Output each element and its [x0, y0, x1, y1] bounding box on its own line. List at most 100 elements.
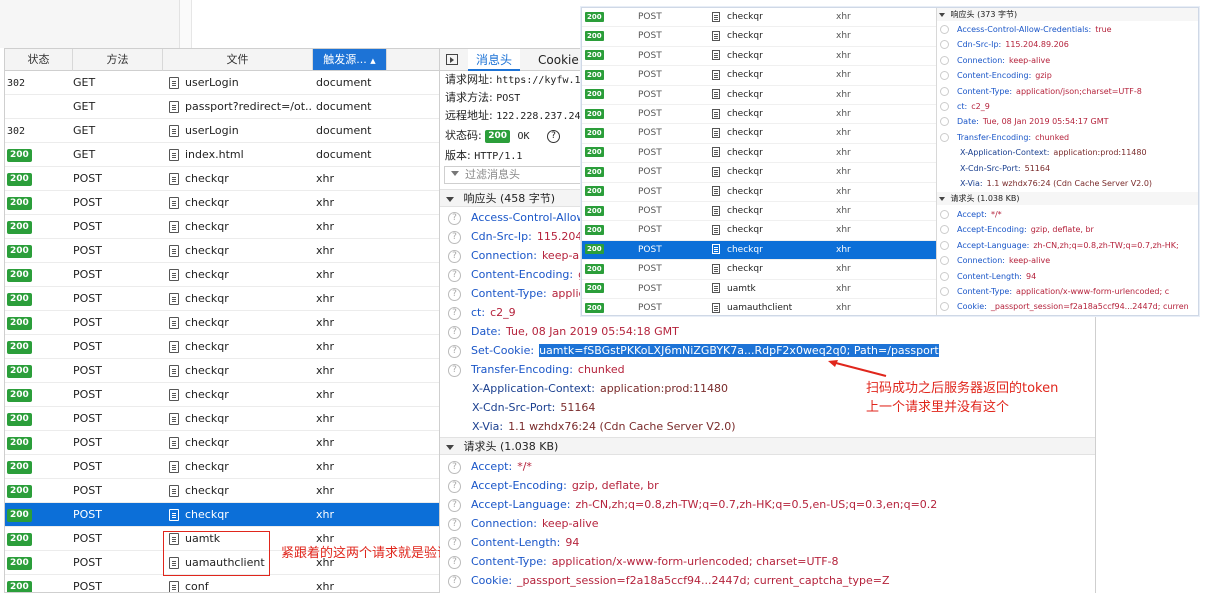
response-header-line[interactable]: X-Via: 1.1 wzhdx76:24 (Cdn Cache Server V…	[448, 417, 736, 436]
inset-request-row[interactable]: 200 POST checkqr xhr	[582, 240, 936, 261]
request-row[interactable]: 200 POST checkqr xhr	[5, 503, 439, 527]
help-icon[interactable]	[940, 210, 949, 219]
response-header-line[interactable]: ? ct: c2_9	[448, 303, 516, 322]
inset-header-line[interactable]: Connection: keep-alive	[940, 253, 1050, 268]
help-icon[interactable]: ?	[448, 460, 461, 474]
inset-header-line[interactable]: Access-Control-Allow-Credentials: true	[940, 22, 1112, 37]
request-row[interactable]: 200 POST checkqr xhr	[5, 335, 439, 359]
inset-header-line[interactable]: X-Application-Context: application:prod:1…	[940, 145, 1147, 160]
column-header-method[interactable]: 方法	[73, 49, 163, 71]
request-row[interactable]: GET passport?redirect=/ot... document	[5, 95, 439, 119]
inset-request-row[interactable]: 200 POST checkqr xhr	[582, 124, 936, 144]
column-header-initiator[interactable]: 触发源... ▲	[313, 49, 387, 71]
response-header-line[interactable]: ? Access-Control-Allow	[448, 208, 590, 227]
inset-header-line[interactable]: Date: Tue, 08 Jan 2019 05:54:17 GMT	[940, 114, 1109, 129]
inset-header-line[interactable]: Transfer-Encoding: chunked	[940, 130, 1069, 145]
inset-request-row[interactable]: 200 POST checkqr xhr	[582, 163, 936, 183]
inset-response-section[interactable]: 响应头 (373 字节)	[937, 8, 1198, 21]
inset-header-line[interactable]: Content-Length: 94	[940, 269, 1036, 284]
inset-request-row[interactable]: 200 POST checkqr xhr	[582, 105, 936, 125]
inset-request-row[interactable]: 200 POST checkqr xhr	[582, 221, 936, 241]
inset-header-line[interactable]: Accept-Encoding: gzip, deflate, br	[940, 222, 1094, 237]
help-icon[interactable]	[940, 256, 949, 266]
response-header-line[interactable]: X-Cdn-Src-Port: 51164	[448, 398, 595, 417]
request-row[interactable]: 200 POST checkqr xhr	[5, 215, 439, 239]
help-icon[interactable]: ?	[448, 230, 461, 244]
response-header-line[interactable]: ?Content-Encoding:g	[448, 265, 585, 284]
request-row[interactable]: 200 POST checkqr xhr	[5, 479, 439, 503]
request-row[interactable]: 302 GET userLogin document	[5, 119, 439, 143]
inset-header-line[interactable]: Content-Type: application/x-www-form-urle…	[940, 284, 1169, 299]
inset-header-line[interactable]: Accept: */*	[940, 207, 1002, 222]
response-header-line[interactable]: ? Date: Tue, 08 Jan 2019 05:54:18 GMT	[448, 322, 679, 341]
inset-header-line[interactable]: Accept-Language: zh-CN,zh;q=0.8,zh-TW;q=0…	[940, 238, 1179, 253]
help-icon[interactable]	[940, 71, 949, 81]
request-row[interactable]: 200 POST checkqr xhr	[5, 407, 439, 431]
request-row[interactable]: 200 POST checkqr xhr	[5, 431, 439, 455]
help-icon[interactable]: ?	[448, 211, 461, 225]
help-icon[interactable]: ?	[448, 498, 461, 512]
help-icon[interactable]: ?	[448, 344, 461, 358]
help-icon[interactable]	[940, 240, 949, 250]
request-header-line[interactable]: ? Accept: */*	[448, 457, 532, 476]
tab-headers[interactable]: 消息头	[468, 49, 521, 71]
request-row[interactable]: 200 POST checkqr xhr	[5, 287, 439, 311]
inset-request-row[interactable]: 200 POST checkqr xhr	[582, 47, 936, 67]
inset-request-row[interactable]: 200 POST checkqr xhr	[582, 8, 936, 28]
request-row[interactable]: 200 POST checkqr xhr	[5, 311, 439, 335]
inset-header-line[interactable]: Cdn-Src-Ip: 115.204.89.206	[940, 37, 1069, 52]
inset-header-line[interactable]: Content-Encoding: gzip	[940, 68, 1052, 83]
request-header-line[interactable]: ? Accept-Encoding: gzip, deflate, br	[448, 476, 659, 495]
help-icon[interactable]	[940, 225, 949, 235]
inset-request-row[interactable]: 200 POST checkqr xhr	[582, 86, 936, 105]
inset-request-row[interactable]: 200 POST checkqr xhr	[582, 202, 936, 222]
inset-request-row[interactable]: 200 POST checkqr xhr	[582, 144, 936, 164]
help-icon[interactable]	[940, 25, 949, 34]
tab-cookies[interactable]: Cookie	[530, 49, 587, 71]
help-icon[interactable]: ?	[448, 479, 461, 493]
response-header-line[interactable]: ? Content-Type: applicat	[448, 284, 596, 303]
request-header-line[interactable]: ? Accept-Language: zh-CN,zh;q=0.8,zh-TW;q=…	[448, 495, 937, 514]
inset-header-line[interactable]: Content-Type: application/json;charset=UT…	[940, 84, 1142, 99]
column-header-status[interactable]: 状态	[5, 49, 73, 71]
help-icon[interactable]: ?	[448, 517, 461, 531]
request-header-line[interactable]: ? Cookie: _passport_session=f2a18a5ccf94..…	[448, 571, 890, 590]
help-icon[interactable]	[940, 132, 949, 142]
help-icon[interactable]: ?	[448, 536, 461, 550]
request-row[interactable]: 302 GET userLogin document	[5, 71, 439, 95]
inset-request-row[interactable]: 200 POST uamauthclient xhr	[582, 299, 936, 315]
inset-header-line[interactable]: Connection: keep-alive	[940, 53, 1050, 68]
column-header-file[interactable]: 文件	[163, 49, 313, 71]
help-icon[interactable]: ?	[448, 306, 461, 320]
inset-request-row[interactable]: 200 POST uamtk xhr	[582, 280, 936, 299]
request-row[interactable]: 200 POST checkqr xhr	[5, 191, 439, 215]
request-row[interactable]: 200 POST checkqr xhr	[5, 359, 439, 383]
response-header-line[interactable]: ? Transfer-Encoding: chunked	[448, 360, 625, 379]
request-header-line[interactable]: ? Connection: keep-alive	[448, 514, 599, 533]
inset-header-line[interactable]: ct: c2_9	[940, 99, 990, 114]
help-icon[interactable]	[940, 102, 949, 111]
help-icon[interactable]	[940, 271, 949, 281]
help-icon[interactable]: ?	[448, 325, 461, 339]
response-header-line[interactable]: X-Application-Context: application:prod:1…	[448, 379, 728, 398]
response-header-line[interactable]: ? Connection: keep-ali	[448, 246, 585, 265]
help-icon[interactable]	[940, 287, 949, 296]
help-icon[interactable]: ?	[448, 574, 461, 588]
help-icon[interactable]	[940, 86, 949, 96]
inset-request-row[interactable]: 200 POST checkqr xhr	[582, 27, 936, 47]
help-icon[interactable]	[940, 302, 949, 312]
toggle-panel-icon[interactable]	[446, 54, 458, 65]
help-icon[interactable]: ?	[448, 555, 461, 569]
inset-header-line[interactable]: Cookie: _passport_session=f2a18a5ccf94...…	[940, 299, 1189, 314]
inset-header-line[interactable]: X-Cdn-Src-Port: 51164	[940, 161, 1050, 176]
help-icon[interactable]: ?	[448, 363, 461, 377]
help-icon[interactable]: ?	[448, 287, 461, 301]
request-header-line[interactable]: ? Content-Type: application/x-www-form-url…	[448, 552, 839, 571]
request-row[interactable]: 200 POST checkqr xhr	[5, 455, 439, 479]
request-header-line[interactable]: ? Content-Length: 94	[448, 533, 579, 552]
help-icon[interactable]: ?	[448, 268, 461, 282]
request-row[interactable]: 200 GET index.html document	[5, 143, 439, 167]
request-row[interactable]: 200 POST checkqr xhr	[5, 239, 439, 263]
response-header-line[interactable]: ? Cdn-Src-Ip: 115.204.8	[448, 227, 593, 246]
help-icon[interactable]	[940, 117, 949, 127]
